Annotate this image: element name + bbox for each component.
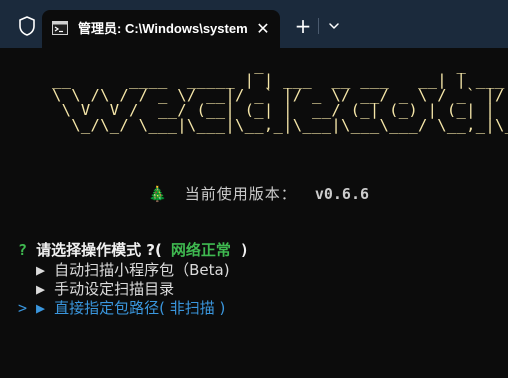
tab-title: 管理员: C:\Windows\system3	[78, 21, 248, 36]
option-label: 自动扫描小程序包（Beta)	[54, 261, 230, 279]
option-manual-dir[interactable]: ▶ 手动设定扫描目录	[18, 279, 174, 299]
tab-bar: 管理员: C:\Windows\system3 ✕ +	[0, 0, 508, 48]
chevron-down-icon[interactable]	[324, 15, 344, 37]
option-direct-path[interactable]: > ▶ 直接指定包路径( 非扫描 )	[18, 298, 225, 318]
option-pointer: > ▶	[18, 299, 46, 317]
tab-divider	[318, 18, 319, 34]
shield-icon[interactable]	[17, 15, 37, 37]
terminal-window: 管理员: C:\Windows\system3 ✕ + _ _ __ ____ …	[0, 0, 508, 378]
close-icon[interactable]: ✕	[254, 20, 272, 38]
mode-prompt: ? 请选择操作模式 ?( 网络正常 )	[18, 240, 249, 260]
option-label: 手动设定扫描目录	[54, 280, 175, 298]
question-mark: ?	[18, 241, 28, 259]
version-line: 🎄 当前使用版本： v0.6.6	[148, 184, 369, 204]
option-pointer: ▶	[18, 261, 46, 279]
version-label: 当前使用版本：	[184, 185, 297, 203]
banner-line: \_/\_/ \___|\___|\__,_|\___|\___\___/ \_…	[52, 116, 508, 134]
prompt-close-paren: )	[239, 241, 249, 259]
terminal-icon	[52, 21, 68, 35]
new-tab-button[interactable]: +	[292, 15, 314, 37]
tab-admin-cmd[interactable]: 管理员: C:\Windows\system3 ✕	[42, 10, 280, 48]
option-label: 直接指定包路径( 非扫描 )	[54, 299, 226, 317]
option-auto-scan[interactable]: ▶ 自动扫描小程序包（Beta)	[18, 260, 230, 280]
tree-icon: 🎄	[148, 185, 167, 203]
network-status: 网络正常	[170, 241, 231, 259]
option-pointer: ▶	[18, 280, 46, 298]
version-value: v0.6.6	[314, 185, 370, 203]
terminal-output[interactable]: _ _ __ ____ _____ | | ___ __ ___ __| | _…	[0, 48, 508, 378]
prompt-text: 请选择操作模式 ?(	[36, 241, 162, 259]
ascii-banner: _ _ __ ____ _____ | | ___ __ ___ __| | _…	[52, 57, 508, 134]
